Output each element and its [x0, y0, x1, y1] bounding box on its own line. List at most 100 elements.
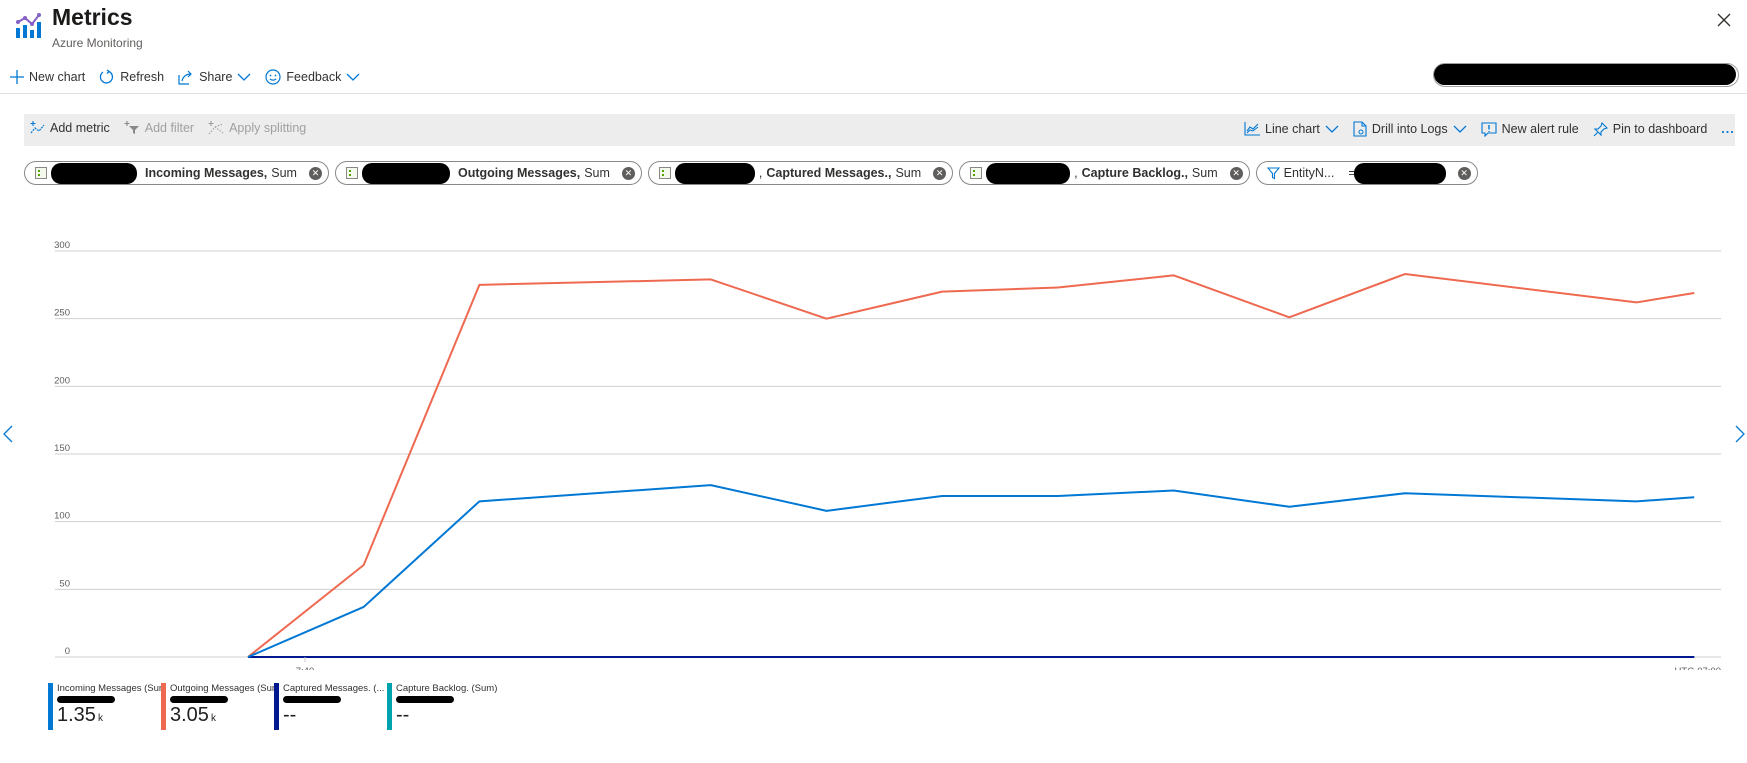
add-filter-label: Add filter [144, 121, 195, 135]
redacted-resource [361, 162, 450, 184]
series-line-incoming[interactable] [247, 484, 1695, 658]
page-title: Metrics [52, 4, 133, 30]
feedback-label: Feedback [286, 70, 342, 84]
header-divider [0, 93, 1747, 94]
remove-pill-icon[interactable]: ✕ [933, 166, 947, 180]
remove-pill-icon[interactable]: ✕ [1229, 166, 1243, 180]
legend-item-outgoing[interactable]: Outgoing Messages (Sum) 3.05 k [161, 683, 274, 730]
resource-icon [345, 167, 358, 179]
legend-value-unit: k [97, 713, 103, 724]
legend-value: 1.35 k [57, 705, 161, 729]
metric-pill-backlog[interactable]: , Capture Backlog., Sum ✕ [959, 161, 1250, 185]
ellipsis-icon: ... [1721, 122, 1735, 136]
close-icon [1717, 13, 1731, 27]
legend-color-bar [274, 683, 279, 730]
share-icon [178, 70, 192, 85]
drill-into-logs-dropdown[interactable]: Drill into Logs [1353, 121, 1467, 137]
legend-name: Capture Backlog. (Sum) [396, 683, 498, 694]
y-tick-label: 150 [54, 443, 70, 454]
legend-color-bar [387, 683, 392, 730]
refresh-label: Refresh [120, 70, 165, 84]
legend-value-number: -- [396, 704, 410, 726]
pill-aggregation: Sum [584, 166, 610, 180]
pin-icon [1593, 121, 1608, 136]
chart-prev-button[interactable] [2, 424, 14, 449]
legend-value: 3.05 k [170, 705, 274, 729]
pill-metric-name: Captured Messages., [766, 166, 892, 180]
share-button[interactable]: Share [176, 67, 253, 87]
resource-icon [970, 167, 983, 179]
remove-pill-icon[interactable]: ✕ [1457, 166, 1471, 180]
add-filter-icon [124, 121, 139, 134]
pill-aggregation: Sum [895, 166, 922, 180]
timezone-label: UTC-07:00 [1675, 666, 1721, 670]
chart-next-button[interactable] [1734, 424, 1746, 449]
redacted-resource [396, 696, 454, 703]
plus-icon [10, 70, 24, 84]
add-metric-icon [30, 121, 45, 134]
new-chart-label: New chart [29, 70, 86, 84]
remove-pill-icon[interactable]: ✕ [621, 166, 635, 180]
add-metric-button[interactable]: Add metric [30, 121, 110, 135]
legend-value-number: 1.35 [57, 704, 96, 726]
feedback-button[interactable]: Feedback [263, 67, 362, 87]
chevron-down-icon [1453, 125, 1467, 133]
chevron-down-icon [237, 73, 251, 81]
filter-pill[interactable]: EntityN... = ✕ [1255, 161, 1478, 185]
redacted-filter-value [1353, 162, 1446, 184]
pill-separator: , [758, 166, 763, 180]
refresh-button[interactable]: Refresh [97, 67, 166, 87]
more-options-button[interactable]: ... [1721, 121, 1734, 137]
add-filter-button[interactable]: Add filter [124, 121, 194, 135]
series-line-outgoing[interactable] [247, 273, 1695, 658]
close-button[interactable] [1714, 10, 1734, 30]
apply-splitting-button[interactable]: Apply splitting [208, 121, 306, 135]
redacted-resource [170, 696, 228, 703]
chevron-down-icon [346, 73, 360, 81]
resource-icon [658, 167, 671, 179]
y-tick-label: 250 [54, 308, 70, 319]
remove-pill-icon[interactable]: ✕ [308, 166, 322, 180]
new-alert-rule-label: New alert rule [1501, 122, 1579, 136]
splitting-icon [208, 121, 224, 135]
legend-value-number: 3.05 [170, 704, 209, 726]
legend-value-number: -- [283, 704, 297, 726]
chevron-down-icon [1325, 125, 1339, 133]
pill-aggregation: Sum [1191, 166, 1218, 180]
chart-legend: Incoming Messages (Sum) 1.35 k Outgoing M… [48, 683, 500, 730]
line-chart-icon [1244, 122, 1260, 136]
chart-type-dropdown[interactable]: Line chart [1244, 121, 1339, 137]
legend-name: Captured Messages. (... [283, 683, 385, 694]
page-subtitle: Azure Monitoring [52, 36, 143, 50]
line-chart: 0 50 100 150 200 250 300 7:40 UTC-07:00 [54, 240, 1721, 670]
legend-color-bar [161, 683, 166, 730]
smiley-icon [265, 69, 282, 85]
chart-toolbar-left: Add metric Add filter Apply splitting [30, 121, 306, 135]
chart-toolbar-right: Line chart Drill into Logs New alert rul… [1244, 121, 1735, 137]
y-tick-label: 50 [59, 578, 70, 589]
legend-item-incoming[interactable]: Incoming Messages (Sum) 1.35 k [48, 683, 161, 730]
metric-pill-captured[interactable]: , Captured Messages., Sum ✕ [647, 161, 954, 185]
add-metric-label: Add metric [50, 121, 110, 135]
redacted-resource [986, 162, 1071, 184]
legend-color-bar [48, 683, 53, 730]
pin-to-dashboard-label: Pin to dashboard [1612, 122, 1708, 136]
logs-icon [1353, 121, 1367, 137]
new-alert-rule-button[interactable]: New alert rule [1481, 121, 1579, 137]
redacted-resource [51, 162, 137, 184]
legend-value: -- [283, 705, 387, 729]
y-tick-label: 100 [54, 511, 70, 522]
pin-to-dashboard-button[interactable]: Pin to dashboard [1593, 121, 1708, 137]
legend-item-backlog[interactable]: Capture Backlog. (Sum) -- [387, 683, 500, 730]
filter-property: EntityN... [1283, 166, 1335, 180]
chevron-left-icon [3, 425, 13, 443]
pill-metric-name: Capture Backlog., [1081, 166, 1188, 180]
metric-pill-incoming[interactable]: Incoming Messages, Sum ✕ [24, 161, 329, 185]
metric-pills: Incoming Messages, Sum ✕ Outgoing Messag… [24, 161, 1478, 185]
command-bar: New chart Refresh Share Feedback [8, 67, 362, 87]
apply-splitting-label: Apply splitting [229, 121, 307, 135]
legend-item-captured[interactable]: Captured Messages. (... -- [274, 683, 387, 730]
metric-pill-outgoing[interactable]: Outgoing Messages, Sum ✕ [334, 161, 642, 185]
drill-into-logs-label: Drill into Logs [1371, 122, 1448, 136]
new-chart-button[interactable]: New chart [8, 68, 87, 86]
